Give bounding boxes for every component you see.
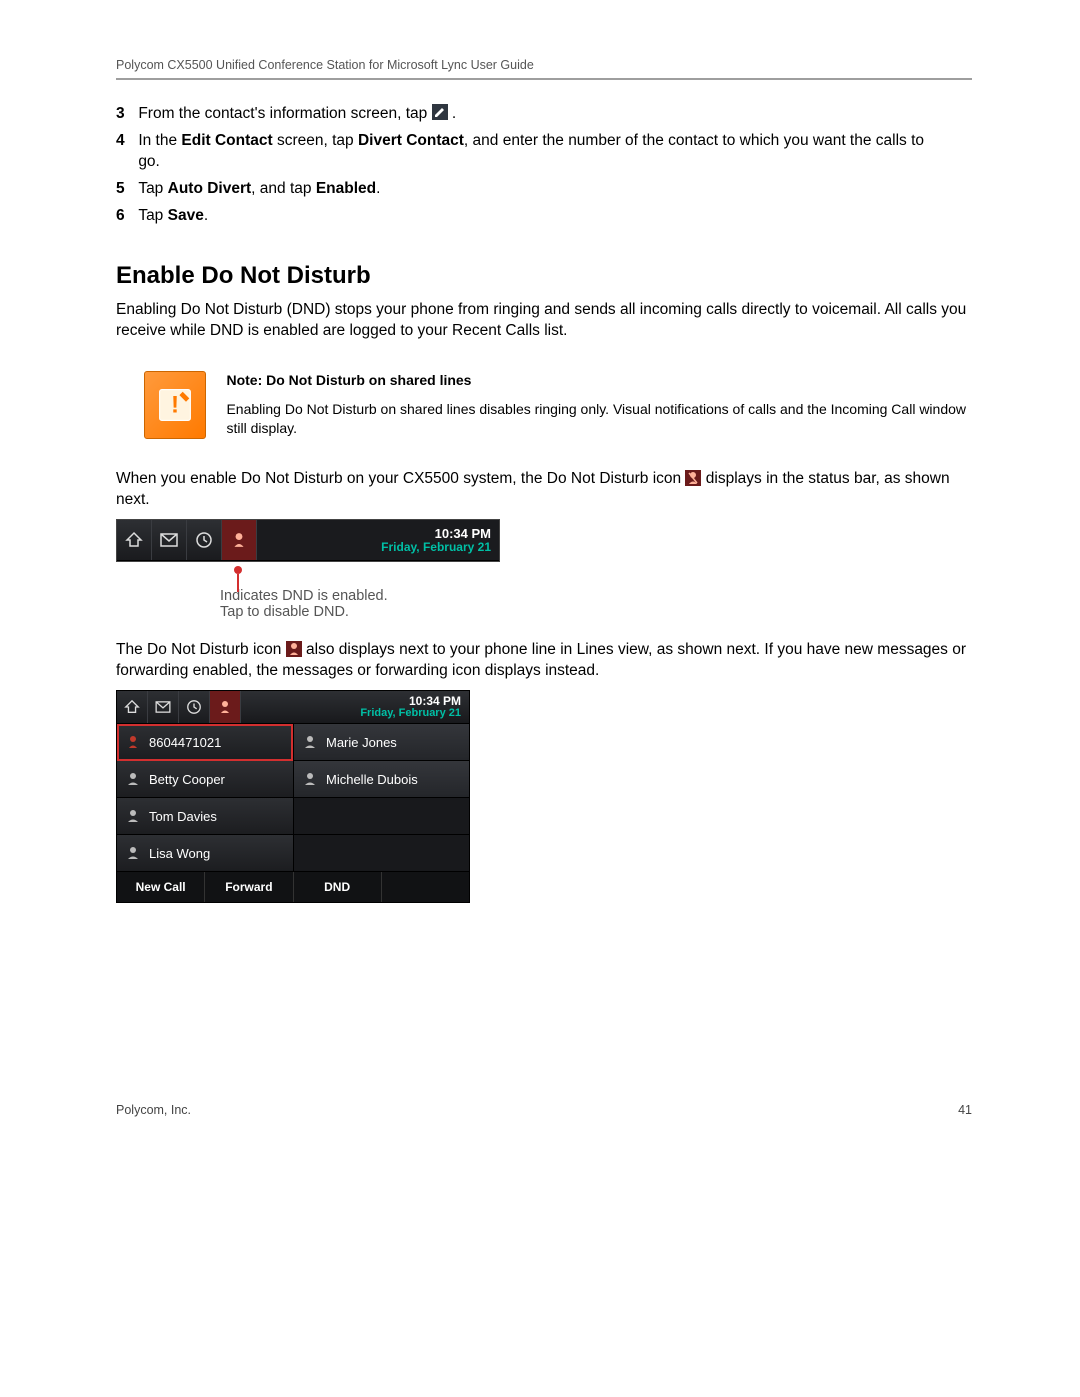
line-cell[interactable]: Lisa Wong	[117, 835, 293, 872]
empty-cell	[293, 798, 469, 835]
line-label: Marie Jones	[326, 735, 397, 750]
mail-icon[interactable]	[148, 691, 179, 723]
person-icon	[302, 771, 318, 787]
lines-view-example: 10:34 PM Friday, February 21 8604471021 …	[116, 690, 470, 903]
line-cell[interactable]: Betty Cooper	[117, 761, 293, 798]
line-label: Betty Cooper	[149, 772, 225, 787]
home-icon[interactable]	[117, 520, 152, 560]
page-header: Polycom CX5500 Unified Conference Statio…	[116, 58, 972, 72]
clock-icon[interactable]	[187, 520, 222, 560]
line-label: Lisa Wong	[149, 846, 210, 861]
header-rule	[116, 78, 972, 80]
step-text: Tap	[138, 207, 167, 224]
statusbar-example: 10:34 PM Friday, February 21	[116, 519, 500, 562]
text: When you enable Do Not Disturb on your C…	[116, 470, 685, 487]
step-bold: Enabled	[316, 180, 376, 197]
statusbar-date: Friday, February 21	[360, 708, 461, 720]
step-6: 6 Tap Save.	[116, 206, 972, 227]
line-cell[interactable]: Marie Jones	[293, 724, 469, 761]
step-number: 4	[116, 131, 134, 152]
step-text: screen, tap	[273, 132, 358, 149]
edit-icon	[432, 104, 448, 120]
person-icon	[125, 808, 141, 824]
step-text: , and tap	[251, 180, 316, 197]
text: The Do Not Disturb icon	[116, 641, 286, 658]
line-label: 8604471021	[149, 735, 221, 750]
step-text: .	[452, 105, 456, 122]
step-bold: Divert Contact	[358, 132, 464, 149]
step-number: 3	[116, 104, 134, 125]
note-title: Note: Do Not Disturb on shared lines	[226, 371, 972, 390]
step-bold: Auto Divert	[168, 180, 252, 197]
empty-cell	[293, 835, 469, 872]
step-number: 6	[116, 206, 134, 227]
line-cell[interactable]: Michelle Dubois	[293, 761, 469, 798]
step-4: 4 In the Edit Contact screen, tap Divert…	[116, 131, 972, 173]
step-number: 5	[116, 179, 134, 200]
paragraph: When you enable Do Not Disturb on your C…	[116, 469, 972, 511]
statusbar-time: 10:34 PM	[381, 527, 491, 541]
step-bold: Edit Contact	[181, 132, 272, 149]
svg-text:!: !	[171, 392, 179, 419]
step-text: In the	[138, 132, 181, 149]
softkey-dnd[interactable]: DND	[294, 872, 382, 902]
dnd-icon	[125, 734, 141, 750]
footer-company: Polycom, Inc.	[116, 1103, 191, 1117]
paragraph: The Do Not Disturb icon also displays ne…	[116, 640, 972, 682]
note-block: ! Note: Do Not Disturb on shared lines E…	[144, 371, 972, 439]
callout-text: Tap to disable DND.	[220, 604, 972, 620]
statusbar-date: Friday, February 21	[381, 541, 491, 554]
statusbar-time: 10:34 PM	[360, 695, 461, 708]
home-icon[interactable]	[117, 691, 148, 723]
step-3: 3 From the contact's information screen,…	[116, 104, 972, 125]
person-icon	[125, 845, 141, 861]
step-text: From the contact's information screen, t…	[138, 105, 431, 122]
softkey-forward[interactable]: Forward	[205, 872, 293, 902]
line-cell[interactable]: 8604471021	[117, 724, 293, 761]
footer-page-number: 41	[958, 1103, 972, 1117]
step-5: 5 Tap Auto Divert, and tap Enabled.	[116, 179, 972, 200]
dnd-status-icon[interactable]	[222, 520, 257, 560]
step-text: Tap	[138, 180, 167, 197]
person-icon	[125, 771, 141, 787]
step-text: .	[204, 207, 208, 224]
callout-text: Indicates DND is enabled.	[220, 588, 972, 604]
step-text: .	[376, 180, 380, 197]
line-cell[interactable]: Tom Davies	[117, 798, 293, 835]
softkey-newcall[interactable]: New Call	[117, 872, 205, 902]
note-body: Enabling Do Not Disturb on shared lines …	[226, 400, 972, 438]
dnd-icon	[685, 470, 701, 486]
paragraph: Enabling Do Not Disturb (DND) stops your…	[116, 300, 972, 342]
mail-icon[interactable]	[152, 520, 187, 560]
step-bold: Save	[168, 207, 204, 224]
dnd-status-icon[interactable]	[210, 691, 241, 723]
callout-pointer	[237, 566, 972, 588]
line-label: Tom Davies	[149, 809, 217, 824]
section-title: Enable Do Not Disturb	[116, 262, 972, 290]
note-icon: !	[144, 371, 206, 439]
softkey-empty	[382, 872, 469, 902]
person-icon	[302, 734, 318, 750]
dnd-icon	[286, 641, 302, 657]
line-label: Michelle Dubois	[326, 772, 418, 787]
clock-icon[interactable]	[179, 691, 210, 723]
